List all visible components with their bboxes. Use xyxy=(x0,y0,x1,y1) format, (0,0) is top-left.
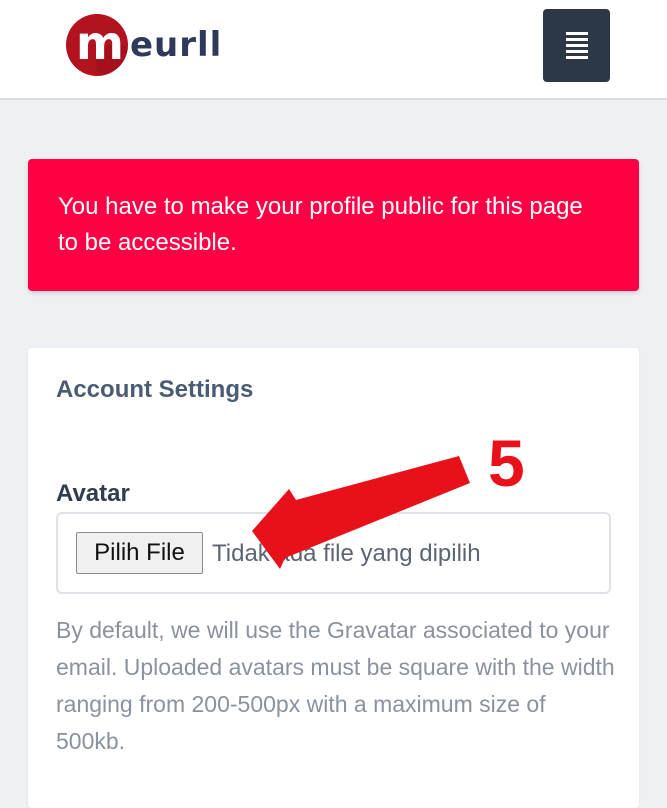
choose-file-button[interactable]: Pilih File xyxy=(76,532,203,574)
logo-text: eurll xyxy=(130,25,223,65)
menu-toggle-button[interactable] xyxy=(543,9,610,82)
hamburger-menu-icon xyxy=(565,32,588,59)
profile-private-alert: You have to make your profile public for… xyxy=(28,159,639,291)
meurll-logo[interactable]: m eurll xyxy=(66,12,222,78)
avatar-file-input[interactable]: Pilih File Tidak ada file yang dipilih xyxy=(56,512,611,594)
logo-mark-letter: m xyxy=(76,16,124,70)
alert-message: You have to make your profile public for… xyxy=(58,193,583,256)
file-status-text: Tidak ada file yang dipilih xyxy=(212,540,481,567)
top-navigation-bar: m eurll xyxy=(0,0,667,100)
avatar-label: Avatar xyxy=(56,480,130,507)
avatar-help-text: By default, we will use the Gravatar ass… xyxy=(56,617,615,754)
logo-mark-icon: m xyxy=(66,14,128,76)
account-settings-card: Account Settings Avatar Pilih File Tidak… xyxy=(28,348,639,808)
account-settings-title: Account Settings xyxy=(56,376,254,403)
annotation-step-number: 5 xyxy=(488,426,525,500)
